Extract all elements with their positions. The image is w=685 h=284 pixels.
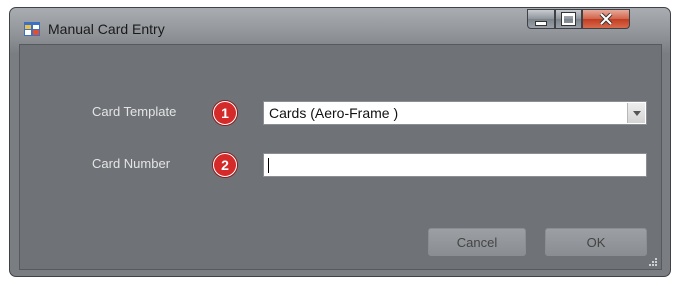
window-app-icon <box>24 22 40 36</box>
cancel-button[interactable]: Cancel <box>428 228 526 256</box>
manual-card-entry-dialog: Manual Card Entry Card Template 1 Cards … <box>9 7 671 277</box>
card-number-field[interactable] <box>263 153 647 177</box>
close-icon <box>599 13 613 25</box>
ok-button[interactable]: OK <box>545 228 647 256</box>
close-button[interactable] <box>582 9 630 29</box>
callout-marker-1: 1 <box>213 101 237 125</box>
card-template-select[interactable]: Cards (Aero-Frame ) <box>263 101 647 125</box>
maximize-button[interactable] <box>555 9 582 29</box>
card-template-selected-value: Cards (Aero-Frame ) <box>269 105 399 121</box>
maximize-icon <box>561 12 576 26</box>
window-title: Manual Card Entry <box>48 21 165 37</box>
card-template-label: Card Template <box>92 104 177 119</box>
text-caret <box>268 158 269 173</box>
chevron-down-icon <box>632 110 641 116</box>
dropdown-button[interactable] <box>627 103 645 123</box>
minimize-icon <box>535 20 547 26</box>
resize-grip-icon[interactable] <box>647 256 657 266</box>
dialog-body: Card Template 1 Cards (Aero-Frame ) Card… <box>19 44 662 270</box>
card-number-label: Card Number <box>92 156 171 171</box>
minimize-button[interactable] <box>527 9 555 29</box>
callout-marker-2: 2 <box>213 153 237 177</box>
